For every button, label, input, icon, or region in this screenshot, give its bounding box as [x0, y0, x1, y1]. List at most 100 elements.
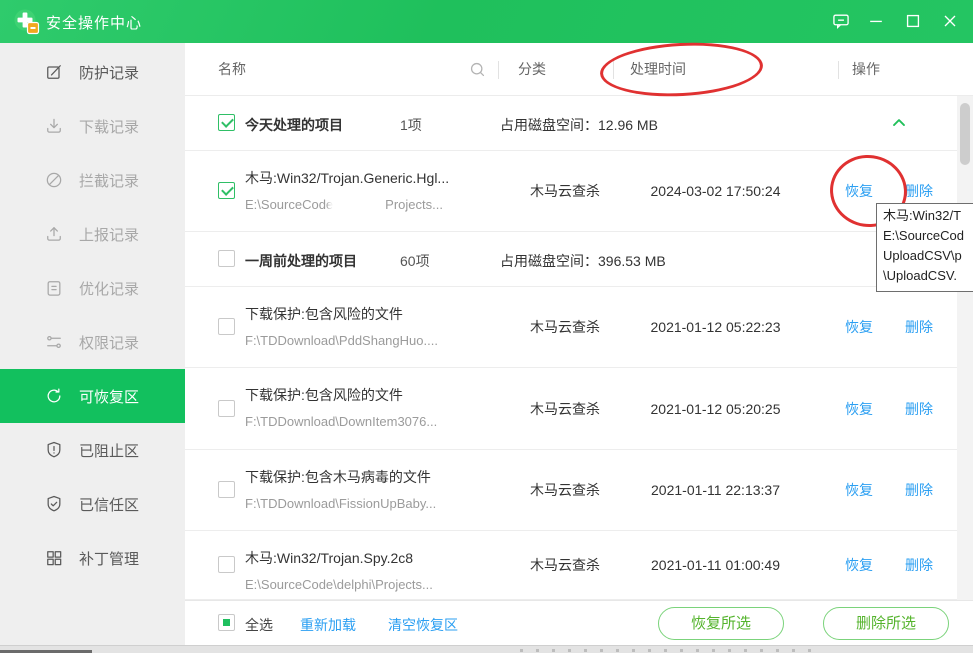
column-header-category[interactable]: 分类 [518, 43, 546, 96]
threat-path: F:\TDDownload\FissionUpBaby... [245, 496, 436, 511]
row-checkbox[interactable] [218, 400, 235, 417]
tooltip-line: E:\SourceCod [883, 226, 973, 246]
row-checkbox[interactable] [218, 182, 235, 199]
clipboard-icon [44, 278, 64, 298]
row-checkbox[interactable] [218, 556, 235, 573]
tooltip-line: UploadCSV\p [883, 246, 973, 266]
restore-link[interactable]: 恢复 [845, 480, 873, 500]
handled-time: 2021-01-11 01:00:49 [633, 557, 798, 573]
group-count: 60项 [400, 251, 430, 271]
threat-category: 木马云查杀 [515, 317, 615, 337]
threat-category: 木马云查杀 [515, 399, 615, 419]
tooltip-line: \UploadCSV. [883, 266, 973, 286]
upload-icon [44, 224, 64, 244]
select-all-label: 全选 [245, 615, 273, 635]
threat-path: F:\TDDownload\DownItem3076... [245, 414, 437, 429]
group-disk-usage: 占用磁盘空间：12.96 MB [500, 115, 658, 135]
table-row: 下载保护:包含风险的文件 F:\TDDownload\DownItem3076.… [185, 368, 973, 450]
sidebar-item-label: 权限记录 [79, 332, 139, 353]
sidebar-item-permission-records[interactable]: 权限记录 [0, 315, 185, 369]
table-header: 名称 分类 处理时间 操作 [185, 43, 973, 96]
delete-link[interactable]: 删除 [905, 555, 933, 575]
edit-icon [44, 62, 64, 82]
sidebar: 防护记录 下载记录 拦截记录 上报记录 优化记录 权限记录 可恢复区 已阻止区 [0, 43, 185, 645]
sidebar-item-download-records[interactable]: 下载记录 [0, 99, 185, 153]
delete-link[interactable]: 删除 [905, 480, 933, 500]
sidebar-item-report-records[interactable]: 上报记录 [0, 207, 185, 261]
sidebar-item-label: 防护记录 [79, 62, 139, 83]
threat-category: 木马云查杀 [515, 480, 615, 500]
minimize-icon[interactable] [861, 6, 891, 36]
group-checkbox[interactable] [218, 114, 235, 131]
sidebar-item-trusted-zone[interactable]: 已信任区 [0, 477, 185, 531]
sidebar-item-recoverable-zone[interactable]: 可恢复区 [0, 369, 185, 423]
sidebar-item-patch-management[interactable]: 补丁管理 [0, 531, 185, 585]
app-logo-icon [13, 8, 40, 35]
sidebar-item-block-records[interactable]: 拦截记录 [0, 153, 185, 207]
close-icon[interactable] [935, 6, 965, 36]
refresh-icon [44, 386, 64, 406]
sidebar-item-protection-records[interactable]: 防护记录 [0, 45, 185, 99]
sidebar-item-blocked-zone[interactable]: 已阻止区 [0, 423, 185, 477]
column-header-actions: 操作 [852, 43, 880, 96]
threat-name: 下载保护:包含木马病毒的文件 [245, 467, 431, 487]
delete-selected-button[interactable]: 删除所选 [823, 607, 949, 640]
redacted-text [333, 197, 385, 211]
restore-selected-button[interactable]: 恢复所选 [658, 607, 784, 640]
sidebar-item-label: 上报记录 [79, 224, 139, 245]
security-operation-center-window: 安全操作中心 防护记录 下载记录 拦截记录 上报记录 [0, 0, 973, 653]
block-icon [44, 170, 64, 190]
background-window-edge [0, 645, 973, 653]
threat-name: 木马:Win32/Trojan.Spy.2c8 [245, 548, 413, 568]
restore-link[interactable]: 恢复 [845, 555, 873, 575]
chevron-up-icon[interactable] [889, 113, 909, 133]
sidebar-item-label: 优化记录 [79, 278, 139, 299]
sidebar-item-optimize-records[interactable]: 优化记录 [0, 261, 185, 315]
footer-bar: 全选 重新加载 清空恢复区 恢复所选 删除所选 [185, 600, 973, 645]
window-title: 安全操作中心 [46, 12, 142, 33]
threat-path: E:\SourceCode\delphi\Projects... [245, 577, 433, 592]
header-divider [498, 61, 499, 79]
sliders-icon [44, 332, 64, 352]
threat-category: 木马云查杀 [515, 555, 615, 575]
grid-icon [44, 548, 64, 568]
scrollbar-thumb[interactable] [960, 103, 970, 165]
table-row: 下载保护:包含风险的文件 F:\TDDownload\PddShangHuo..… [185, 287, 973, 368]
handled-time: 2021-01-12 05:20:25 [633, 401, 798, 417]
sidebar-item-label: 可恢复区 [79, 386, 139, 407]
handled-time: 2021-01-11 22:13:37 [633, 482, 798, 498]
group-row-week-ago: 一周前处理的项目 60项 占用磁盘空间：396.53 MB [185, 232, 973, 287]
titlebar: 安全操作中心 [0, 0, 973, 43]
feedback-icon[interactable] [826, 6, 856, 36]
search-icon[interactable] [468, 60, 487, 79]
reload-link[interactable]: 重新加载 [300, 615, 356, 635]
sidebar-item-label: 已信任区 [79, 494, 139, 515]
clear-recovery-zone-link[interactable]: 清空恢复区 [388, 615, 458, 635]
download-icon [44, 116, 64, 136]
shield-check-icon [44, 494, 64, 514]
restore-link[interactable]: 恢复 [845, 399, 873, 419]
handled-time: 2021-01-12 05:22:23 [633, 319, 798, 335]
sidebar-item-label: 拦截记录 [79, 170, 139, 191]
row-checkbox[interactable] [218, 481, 235, 498]
handled-time: 2024-03-02 17:50:24 [633, 183, 798, 199]
group-row-today: 今天处理的项目 1项 占用磁盘空间：12.96 MB [185, 96, 973, 151]
path-tooltip: 木马:Win32/T E:\SourceCod UploadCSV\p \Upl… [876, 203, 973, 292]
threat-name: 下载保护:包含风险的文件 [245, 304, 403, 324]
table-row: 木马:Win32/Trojan.Generic.Hgl... E:\Source… [185, 151, 973, 232]
group-label: 一周前处理的项目 [245, 251, 357, 271]
vertical-scrollbar[interactable] [957, 96, 973, 600]
column-header-time[interactable]: 处理时间 [630, 43, 686, 96]
group-checkbox[interactable] [218, 250, 235, 267]
sidebar-item-label: 已阻止区 [79, 440, 139, 461]
select-all-checkbox[interactable] [218, 614, 235, 631]
sidebar-item-label: 下载记录 [79, 116, 139, 137]
delete-link[interactable]: 删除 [905, 399, 933, 419]
restore-link[interactable]: 恢复 [845, 181, 873, 201]
delete-link[interactable]: 删除 [905, 181, 933, 201]
row-checkbox[interactable] [218, 318, 235, 335]
delete-link[interactable]: 删除 [905, 317, 933, 337]
restore-link[interactable]: 恢复 [845, 317, 873, 337]
sidebar-item-label: 补丁管理 [79, 548, 139, 569]
maximize-icon[interactable] [898, 6, 928, 36]
